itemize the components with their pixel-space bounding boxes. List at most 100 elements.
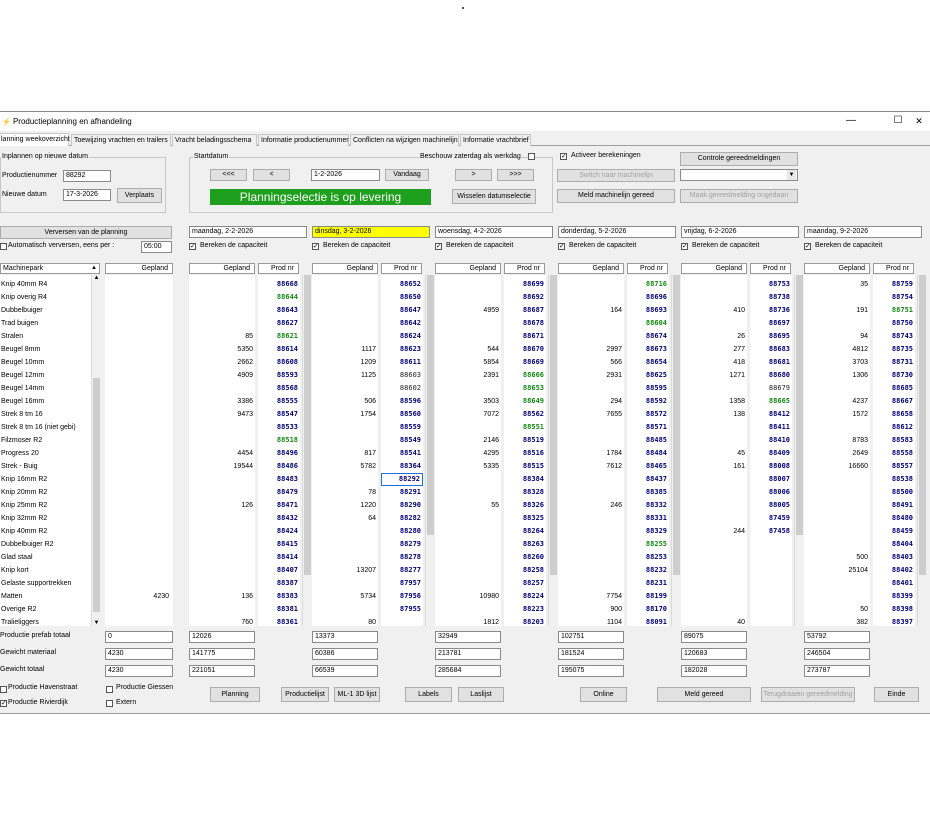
bereken-capaciteit-checkbox[interactable]: ✓ [435, 243, 442, 250]
verplaats-button[interactable]: Verplaats [117, 188, 162, 203]
machine-row[interactable]: Strek 8 tm 16 (niet gebi) [0, 421, 86, 434]
tab-vracht-beladingsschema[interactable]: Vracht beladingsschema [172, 134, 257, 146]
day-gepland-header[interactable]: Gepland [558, 263, 624, 274]
prodnr-cell[interactable]: 88515 [504, 460, 546, 473]
prodnr-cell[interactable]: 88411 [750, 421, 792, 434]
machinepark-header[interactable]: Machinepark ▲ [0, 263, 100, 274]
prodnr-cell[interactable]: 88231 [627, 577, 669, 590]
productielijst-button[interactable]: Productielijst [281, 687, 329, 702]
day-scrollbar[interactable] [794, 275, 803, 626]
prodnr-cell[interactable]: 88753 [750, 278, 792, 291]
scroll-up-icon[interactable]: ▲ [92, 275, 100, 281]
prodnr-cell[interactable]: 88253 [627, 551, 669, 564]
prodnr-cell[interactable]: 88673 [627, 343, 669, 356]
day-scrollbar[interactable] [548, 275, 557, 626]
prodnr-cell[interactable]: 88624 [381, 330, 423, 343]
prodnr-cell[interactable]: 88593 [258, 369, 300, 382]
prodnr-cell[interactable]: 88680 [750, 369, 792, 382]
prodnr-cell[interactable]: 87955 [381, 603, 423, 616]
prodnr-cell[interactable]: 88533 [258, 421, 300, 434]
prodnr-cell[interactable]: 88403 [873, 551, 915, 564]
day-scrollbar[interactable] [917, 275, 926, 626]
prodnr-cell[interactable]: 88743 [873, 330, 915, 343]
day-gepland-column[interactable]: 4959 544 5854 2391 3503 7072 2146 4295 5335 55 109… [435, 275, 501, 626]
prodnr-cell[interactable]: 88326 [504, 499, 546, 512]
prodnr-cell[interactable]: 88596 [381, 395, 423, 408]
prodnr-cell[interactable]: 88557 [873, 460, 915, 473]
maximize-button[interactable]: ☐ [887, 114, 909, 128]
laslijst-button[interactable]: Laslijst [458, 687, 504, 702]
prodnr-cell[interactable]: 88669 [504, 356, 546, 369]
prodnr-cell[interactable]: 88643 [258, 304, 300, 317]
prodnr-cell[interactable]: 88595 [627, 382, 669, 395]
day-prodnr-header[interactable]: Prod nr [627, 263, 668, 274]
terugdraaien-gereedmelding-button[interactable]: Terugdraaien gereedmelding [761, 687, 855, 702]
bereken-capaciteit-checkbox[interactable]: ✓ [681, 243, 688, 250]
prodnr-cell[interactable]: 88432 [258, 512, 300, 525]
online-button[interactable]: Online [580, 687, 627, 702]
day-gepland-column[interactable]: 410 26 277 418 1271 1358 138 45 161 244 40 [681, 275, 747, 626]
chevron-down-icon[interactable]: ▼ [787, 170, 796, 180]
machine-row[interactable]: Filzmoser R2 [0, 434, 86, 447]
auto-verversen-time[interactable]: 05:00 [141, 241, 172, 253]
machine-row[interactable]: Glad staal [0, 551, 86, 564]
prodnr-cell[interactable]: 88614 [258, 343, 300, 356]
prodnr-cell[interactable]: 88291 [381, 486, 423, 499]
prodnr-cell[interactable]: 88409 [750, 447, 792, 460]
machine-row[interactable]: Trad buigen [0, 317, 86, 330]
tab-planning-weekoverzicht[interactable]: lanning weekoverzicht [0, 133, 70, 146]
day-gepland-header[interactable]: Gepland [435, 263, 501, 274]
day-gepland-header[interactable]: Gepland [681, 263, 747, 274]
prodnr-cell[interactable]: 88683 [750, 343, 792, 356]
prodnr-cell[interactable]: 88402 [873, 564, 915, 577]
meld-machinelijn-gereed-button[interactable]: Meld machinelijn gereed [557, 189, 675, 203]
prodnr-cell[interactable]: 88603 [381, 369, 423, 382]
prev-week-button[interactable]: <<< [210, 169, 247, 181]
prodnr-cell[interactable]: 88364 [381, 460, 423, 473]
planning-button[interactable]: Planning [210, 687, 260, 702]
machine-row[interactable]: Knip 32mm R2 [0, 512, 86, 525]
day-prodnr-header[interactable]: Prod nr [258, 263, 299, 274]
prodnr-cell[interactable]: 88399 [873, 590, 915, 603]
day-gepland-column[interactable]: 1117 1209 1125 506 1754 817 5782 78 1220 64 13207 5… [312, 275, 378, 626]
prodnr-cell[interactable]: 88649 [504, 395, 546, 408]
prodnr-cell[interactable]: 88424 [258, 525, 300, 538]
day-scroll-thumb[interactable] [796, 275, 803, 535]
prodnr-cell[interactable]: 88568 [258, 382, 300, 395]
bereken-capaciteit-checkbox[interactable]: ✓ [189, 243, 196, 250]
prodnr-cell[interactable]: 88562 [504, 408, 546, 421]
prodnr-cell[interactable]: 88693 [627, 304, 669, 317]
tab-toewijzing-vrachten[interactable]: Toewijzing vrachten en trailers [71, 134, 171, 146]
prodnr-cell[interactable]: 87458 [750, 525, 792, 538]
prodnr-cell[interactable]: 88005 [750, 499, 792, 512]
prodnr-cell[interactable]: 88415 [258, 538, 300, 551]
prodnr-cell[interactable]: 88486 [258, 460, 300, 473]
prodnr-cell[interactable]: 88572 [627, 408, 669, 421]
prodnr-cell[interactable]: 88623 [381, 343, 423, 356]
prodnr-cell[interactable]: 88666 [504, 369, 546, 382]
prodnr-cell[interactable]: 88699 [504, 278, 546, 291]
machinelijn-combo[interactable]: ▼ [680, 169, 798, 181]
beschouw-zaterdag-checkbox[interactable] [528, 153, 535, 160]
prodnr-cell[interactable]: 88290 [381, 499, 423, 512]
base-gepland-column[interactable]: 4230 [105, 275, 173, 626]
prodnr-cell[interactable]: 87459 [750, 512, 792, 525]
prodnr-cell[interactable]: 88485 [627, 434, 669, 447]
prodnr-cell[interactable]: 88730 [873, 369, 915, 382]
prodnr-cell[interactable]: 88560 [381, 408, 423, 421]
prodnr-cell[interactable]: 88471 [258, 499, 300, 512]
activeer-checkbox[interactable]: ✓ [560, 153, 567, 160]
controle-gereedmeldingen-button[interactable]: Controle gereedmeldingen [680, 152, 798, 166]
day-gepland-column[interactable]: 85 5350 2662 4909 3386 9473 4454 19544 126 136 760 [189, 275, 255, 626]
prodnr-cell[interactable]: 88361 [258, 616, 300, 626]
machine-row[interactable]: Knip 25mm R2 [0, 499, 86, 512]
switch-machinelijn-button[interactable]: Switch naar machinelijn [557, 169, 675, 182]
prodnr-cell[interactable]: 88642 [381, 317, 423, 330]
prodnr-cell[interactable]: 88612 [873, 421, 915, 434]
prodnr-cell[interactable]: 88496 [258, 447, 300, 460]
machine-row[interactable]: Tralieliggers [0, 616, 86, 626]
tab-conflicten-machinelijn[interactable]: Conflicten na wijzigen machinelijn [350, 134, 459, 146]
prodnr-cell[interactable]: 88387 [258, 577, 300, 590]
day-prodnr-column[interactable]: 88668 88644 88643 88627 88621 88614 88608 88593… [258, 275, 300, 626]
day-gepland-header[interactable]: Gepland [804, 263, 870, 274]
